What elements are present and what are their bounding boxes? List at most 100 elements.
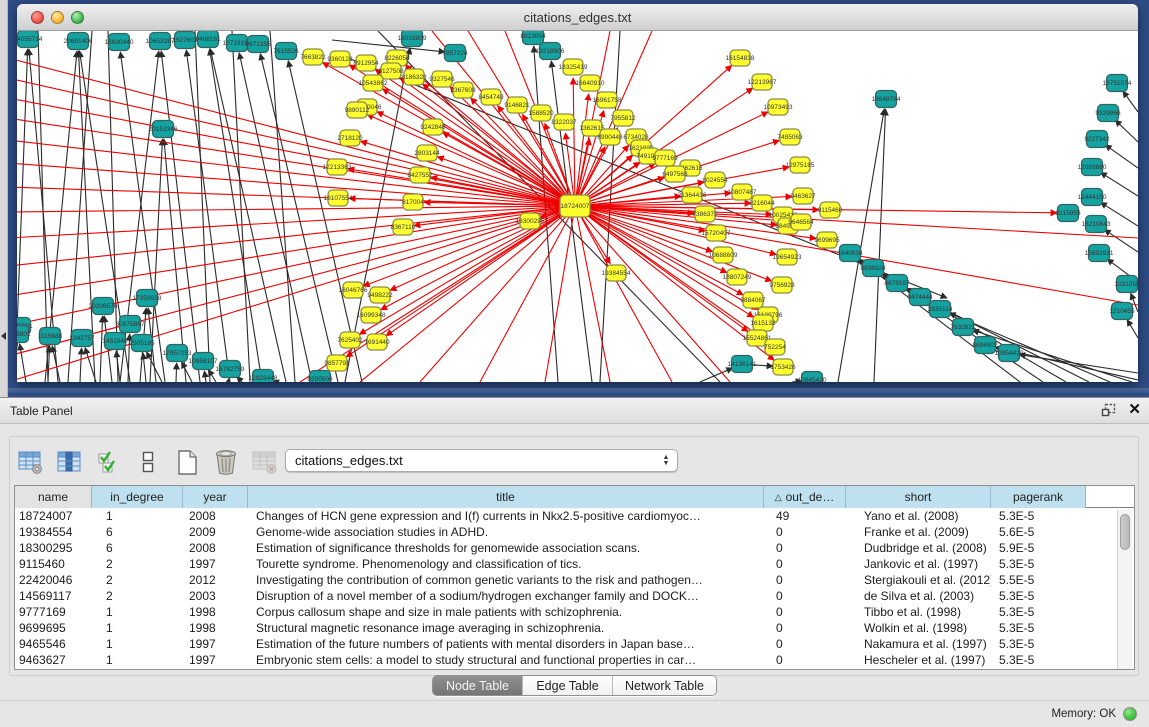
graph-node[interactable]: 20691406 bbox=[64, 33, 93, 50]
graph-node[interactable]: 9227342 bbox=[1084, 131, 1110, 148]
table-row[interactable]: 1830029562008Estimation of significance … bbox=[15, 540, 1134, 556]
cell-out_de[interactable]: 0 bbox=[764, 620, 846, 636]
cell-year[interactable]: 2012 bbox=[183, 572, 248, 588]
graph-node[interactable]: 10954422 bbox=[995, 345, 1024, 362]
cell-name[interactable]: 18724007 bbox=[15, 508, 92, 524]
graph-node[interactable]: 30975887 bbox=[116, 316, 145, 333]
cell-year[interactable]: 2008 bbox=[183, 508, 248, 524]
graph-node[interactable]: 1691440 bbox=[364, 334, 390, 350]
cell-pagerank[interactable]: 5.5E-5 bbox=[991, 572, 1086, 588]
graph-node[interactable]: 12213967 bbox=[748, 74, 777, 90]
graph-node[interactable]: 9327546 bbox=[429, 71, 455, 87]
cell-out_de[interactable]: 49 bbox=[764, 508, 846, 524]
graph-node[interactable]: 20153346 bbox=[149, 121, 178, 138]
table-row[interactable]: 977716911998Corpus callosum shape and si… bbox=[15, 604, 1134, 620]
graph-node[interactable]: 1640934 bbox=[837, 245, 863, 262]
cell-in_degree[interactable]: 6 bbox=[92, 524, 183, 540]
cell-title[interactable]: Genome-wide association studies in ADHD. bbox=[248, 524, 764, 540]
graph-node[interactable]: 9350506 bbox=[307, 371, 333, 383]
graph-node[interactable]: 8454749 bbox=[478, 89, 504, 105]
graph-node[interactable]: 9360128 bbox=[327, 51, 353, 67]
tab-network-table[interactable]: Network Table bbox=[613, 676, 716, 695]
graph-node[interactable]: 7386372 bbox=[692, 206, 718, 222]
graph-node[interactable]: 6879197 bbox=[884, 275, 910, 292]
column-header-name[interactable]: name bbox=[15, 486, 92, 508]
graph-node[interactable]: 20206576 bbox=[89, 298, 118, 315]
graph-node[interactable]: 1615132 bbox=[750, 315, 776, 331]
graph-node[interactable]: 9857791 bbox=[324, 355, 350, 371]
graph-node[interactable]: 16782759 bbox=[216, 361, 245, 378]
cell-short[interactable]: Tibbo et al. (1998) bbox=[846, 604, 991, 620]
graph-node[interactable]: 8912954 bbox=[353, 55, 379, 71]
cell-short[interactable]: Franke et al. (2009) bbox=[846, 524, 991, 540]
column-header-short[interactable]: short bbox=[846, 486, 991, 508]
cell-short[interactable]: Wolkin et al. (1998) bbox=[846, 620, 991, 636]
graph-node[interactable]: 18107554 bbox=[324, 190, 353, 206]
panel-collapse-arrow-icon[interactable] bbox=[1, 332, 6, 340]
graph-node[interactable]: 12975185 bbox=[786, 157, 815, 173]
graph-node[interactable]: 12444150 bbox=[1078, 189, 1107, 206]
table-row[interactable]: 946554611997Estimation of the future num… bbox=[15, 636, 1134, 652]
graph-node[interactable]: 2803144 bbox=[414, 145, 440, 161]
cell-year[interactable]: 2003 bbox=[183, 588, 248, 604]
cell-title[interactable]: Tourette syndrome. Phenomenology and cla… bbox=[248, 556, 764, 572]
graph-node[interactable]: 2935114 bbox=[928, 301, 953, 318]
rows-icon[interactable] bbox=[133, 447, 163, 477]
new-table-icon[interactable] bbox=[172, 447, 202, 477]
cell-short[interactable]: Yano et al. (2008) bbox=[846, 508, 991, 524]
network-canvas[interactable]: 1872400718300295193845547663822936012889… bbox=[17, 31, 1138, 382]
graph-node[interactable]: 7615526 bbox=[273, 43, 299, 60]
minimize-window-icon[interactable] bbox=[51, 11, 64, 24]
graph-node[interactable]: 7955812 bbox=[610, 110, 636, 126]
graph-node[interactable]: 9463627 bbox=[790, 188, 816, 204]
graph-node[interactable]: 16154838 bbox=[726, 50, 755, 66]
graph-node[interactable]: 19384554 bbox=[602, 265, 631, 281]
cell-title[interactable]: Structural magnetic resonance image aver… bbox=[248, 620, 764, 636]
window-titlebar[interactable]: citations_edges.txt bbox=[17, 4, 1138, 31]
graph-node[interactable]: 8216044 bbox=[749, 195, 775, 211]
graph-node[interactable]: 9756928 bbox=[769, 277, 795, 293]
column-header-pagerank[interactable]: pagerank bbox=[991, 486, 1086, 508]
graph-node[interactable]: 16648784 bbox=[872, 91, 901, 108]
cell-in_degree[interactable]: 6 bbox=[92, 540, 183, 556]
cell-name[interactable]: 18300295 bbox=[15, 540, 92, 556]
cell-short[interactable]: Stergiakouli et al. (2012) bbox=[846, 572, 991, 588]
cell-year[interactable]: 1997 bbox=[183, 636, 248, 652]
graph-node[interactable]: 10958107 bbox=[189, 353, 218, 370]
graph-node[interactable]: 1753426 bbox=[770, 359, 796, 375]
cell-in_degree[interactable]: 1 bbox=[92, 620, 183, 636]
cell-pagerank[interactable]: 5.3E-5 bbox=[991, 556, 1086, 572]
graph-node[interactable]: 9699695 bbox=[814, 232, 840, 248]
close-window-icon[interactable] bbox=[31, 11, 44, 24]
graph-node[interactable]: 2718120 bbox=[337, 130, 363, 146]
column-visibility-icon[interactable] bbox=[55, 447, 85, 477]
cell-name[interactable]: 14569117 bbox=[15, 588, 92, 604]
cell-year[interactable]: 1998 bbox=[183, 604, 248, 620]
cell-out_de[interactable]: 0 bbox=[764, 636, 846, 652]
graph-node[interactable]: 9466161 bbox=[195, 31, 221, 48]
cell-in_degree[interactable]: 2 bbox=[92, 556, 183, 572]
table-options-icon[interactable] bbox=[16, 447, 46, 477]
table-row[interactable]: 1456911722003Disruption of a novel membe… bbox=[15, 588, 1134, 604]
graph-node[interactable]: 17957253 bbox=[163, 345, 192, 362]
table-selector-combo[interactable]: citations_edges.txt ▲▼ bbox=[285, 449, 678, 472]
table-row[interactable]: 969969511998Structural magnetic resonanc… bbox=[15, 620, 1134, 636]
cell-in_degree[interactable]: 2 bbox=[92, 588, 183, 604]
column-header-year[interactable]: year bbox=[183, 486, 248, 508]
memory-status-icon[interactable] bbox=[1123, 707, 1137, 721]
cell-pagerank[interactable]: 5.3E-5 bbox=[991, 620, 1086, 636]
zoom-window-icon[interactable] bbox=[71, 11, 84, 24]
delete-table-icon[interactable] bbox=[211, 447, 241, 477]
graph-node[interactable]: 12923448 bbox=[249, 370, 278, 383]
graph-node[interactable]: 16961758 bbox=[593, 92, 622, 108]
close-panel-icon[interactable]: ✕ bbox=[1128, 402, 1141, 418]
graph-node[interactable]: 17359928 bbox=[133, 290, 162, 307]
graph-node[interactable]: 9671355 bbox=[245, 36, 271, 53]
graph-node[interactable]: 7485063 bbox=[777, 129, 803, 145]
graph-node[interactable]: 2505185 bbox=[129, 335, 155, 352]
cell-pagerank[interactable]: 5.3E-5 bbox=[991, 604, 1086, 620]
graph-node[interactable]: 9498222 bbox=[367, 287, 393, 303]
cell-year[interactable]: 1998 bbox=[183, 620, 248, 636]
cell-pagerank[interactable]: 5.9E-5 bbox=[991, 540, 1086, 556]
graph-node[interactable]: 8215953 bbox=[1055, 205, 1081, 222]
